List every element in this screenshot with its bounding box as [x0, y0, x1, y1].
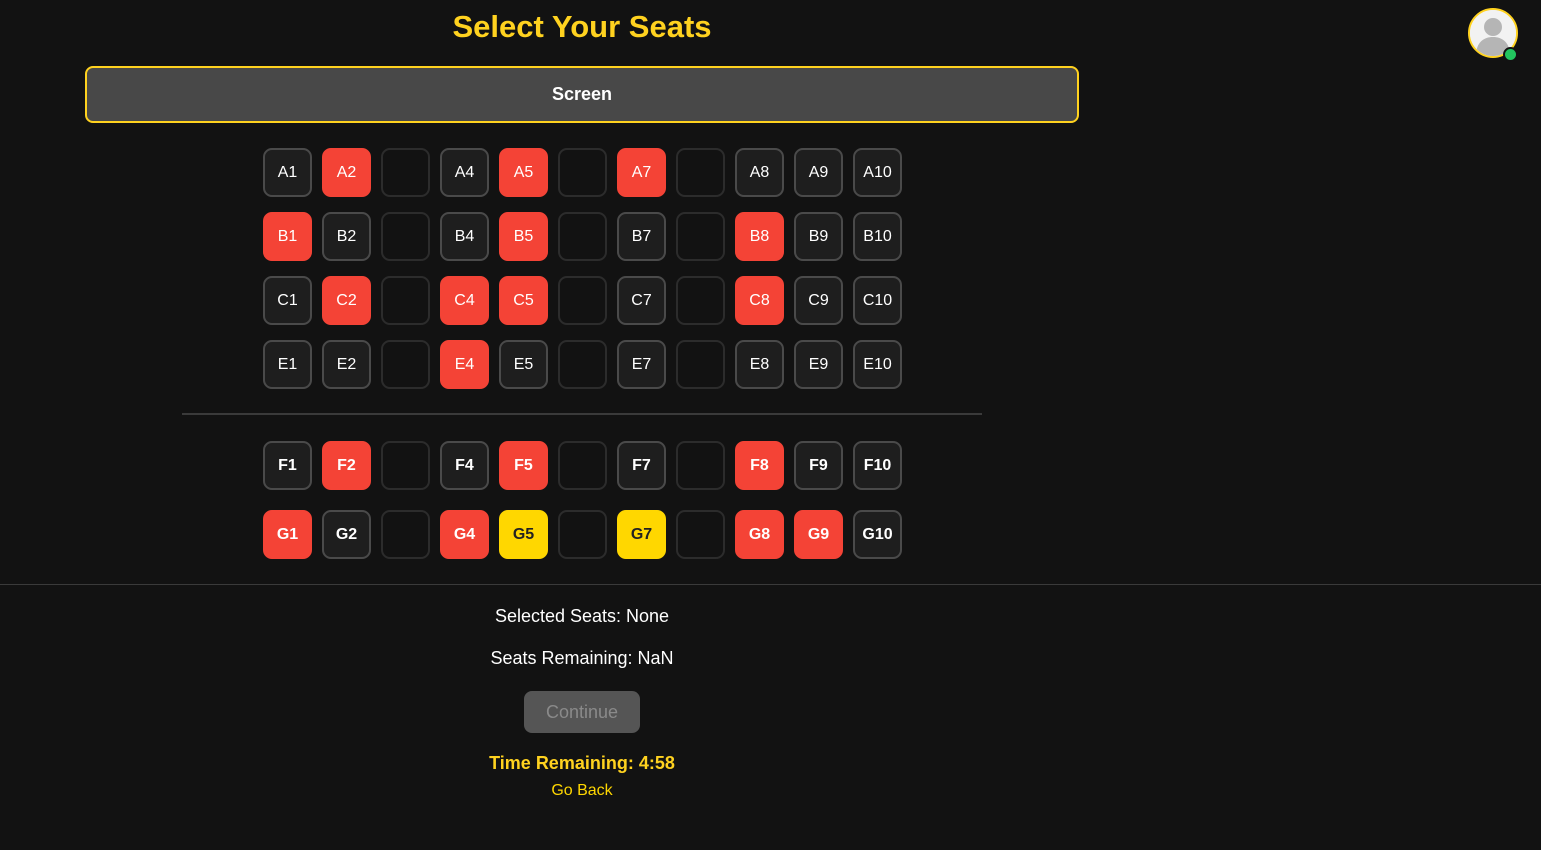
- seat-b2[interactable]: B2: [322, 212, 371, 261]
- seat-g5[interactable]: G5: [499, 510, 548, 559]
- seat-a1[interactable]: A1: [263, 148, 312, 197]
- seat-b8: B8: [735, 212, 784, 261]
- continue-button[interactable]: Continue: [524, 691, 640, 733]
- seat-f1[interactable]: F1: [263, 441, 312, 490]
- seat-e5[interactable]: E5: [499, 340, 548, 389]
- seat-selection-page: Select Your Seats Screen A1 A2 A4 A5 A7 A8 A9 A…: [0, 0, 1541, 850]
- seat-gap: [558, 276, 607, 325]
- seat-b7[interactable]: B7: [617, 212, 666, 261]
- seat-g7[interactable]: G7: [617, 510, 666, 559]
- seat-e1[interactable]: E1: [263, 340, 312, 389]
- seat-f9[interactable]: F9: [794, 441, 843, 490]
- seat-gap: [676, 340, 725, 389]
- seat-gap: [558, 441, 607, 490]
- seat-gap: [676, 510, 725, 559]
- screen-indicator: Screen: [85, 66, 1079, 123]
- seat-a7: A7: [617, 148, 666, 197]
- seats-remaining-text: Seats Remaining: NaN: [490, 648, 674, 668]
- seat-g2[interactable]: G2: [322, 510, 371, 559]
- seat-e4: E4: [440, 340, 489, 389]
- seat-row-g: G1 G2 G4 G5 G7 G8 G9 G10: [263, 510, 902, 559]
- seat-e9[interactable]: E9: [794, 340, 843, 389]
- seat-a8[interactable]: A8: [735, 148, 784, 197]
- seat-a9[interactable]: A9: [794, 148, 843, 197]
- seat-row-f: F1 F2 F4 F5 F7 F8 F9 F10: [263, 441, 902, 490]
- seat-gap: [558, 212, 607, 261]
- seat-f10[interactable]: F10: [853, 441, 902, 490]
- seat-e7[interactable]: E7: [617, 340, 666, 389]
- seat-f5: F5: [499, 441, 548, 490]
- seat-gap: [381, 148, 430, 197]
- seat-gap: [676, 212, 725, 261]
- seat-g1: G1: [263, 510, 312, 559]
- seat-gap: [381, 276, 430, 325]
- seat-g4: G4: [440, 510, 489, 559]
- seat-gap: [558, 510, 607, 559]
- seat-c4: C4: [440, 276, 489, 325]
- seat-row-b: B1 B2 B4 B5 B7 B8 B9 B10: [263, 212, 902, 261]
- seat-b9[interactable]: B9: [794, 212, 843, 261]
- seat-e10[interactable]: E10: [853, 340, 902, 389]
- seat-f2: F2: [322, 441, 371, 490]
- seat-gap: [381, 340, 430, 389]
- seat-row-e: E1 E2 E4 E5 E7 E8 E9 E10: [263, 340, 902, 389]
- seat-gap: [676, 148, 725, 197]
- seat-c5: C5: [499, 276, 548, 325]
- seat-row-a: A1 A2 A4 A5 A7 A8 A9 A10: [263, 148, 902, 197]
- seat-g10[interactable]: G10: [853, 510, 902, 559]
- seat-b5: B5: [499, 212, 548, 261]
- seat-gap: [558, 148, 607, 197]
- seat-c1[interactable]: C1: [263, 276, 312, 325]
- seat-a4[interactable]: A4: [440, 148, 489, 197]
- seat-gap: [676, 276, 725, 325]
- seat-gap: [381, 510, 430, 559]
- section-divider: [182, 413, 982, 415]
- seat-c2: C2: [322, 276, 371, 325]
- online-status-indicator: [1503, 47, 1518, 62]
- seat-g8: G8: [735, 510, 784, 559]
- seat-b10[interactable]: B10: [853, 212, 902, 261]
- seat-gap: [381, 441, 430, 490]
- footer-divider: [0, 584, 1541, 585]
- seat-gap: [381, 212, 430, 261]
- time-remaining-text: Time Remaining: 4:58: [489, 753, 675, 773]
- go-back-link[interactable]: Go Back: [0, 782, 1164, 800]
- seat-b1: B1: [263, 212, 312, 261]
- seat-e2[interactable]: E2: [322, 340, 371, 389]
- seat-b4[interactable]: B4: [440, 212, 489, 261]
- seat-g9: G9: [794, 510, 843, 559]
- seat-e8[interactable]: E8: [735, 340, 784, 389]
- seat-a2: A2: [322, 148, 371, 197]
- seat-f4[interactable]: F4: [440, 441, 489, 490]
- seat-row-c: C1 C2 C4 C5 C7 C8 C9 C10: [263, 276, 902, 325]
- page-title: Select Your Seats: [452, 9, 712, 44]
- seat-a10[interactable]: A10: [853, 148, 902, 197]
- selected-seats-text: Selected Seats: None: [494, 606, 670, 626]
- seat-c7[interactable]: C7: [617, 276, 666, 325]
- seat-f7[interactable]: F7: [617, 441, 666, 490]
- seat-a5: A5: [499, 148, 548, 197]
- seat-c9[interactable]: C9: [794, 276, 843, 325]
- seat-gap: [676, 441, 725, 490]
- seat-c8: C8: [735, 276, 784, 325]
- seat-gap: [558, 340, 607, 389]
- seat-f8: F8: [735, 441, 784, 490]
- seat-c10[interactable]: C10: [853, 276, 902, 325]
